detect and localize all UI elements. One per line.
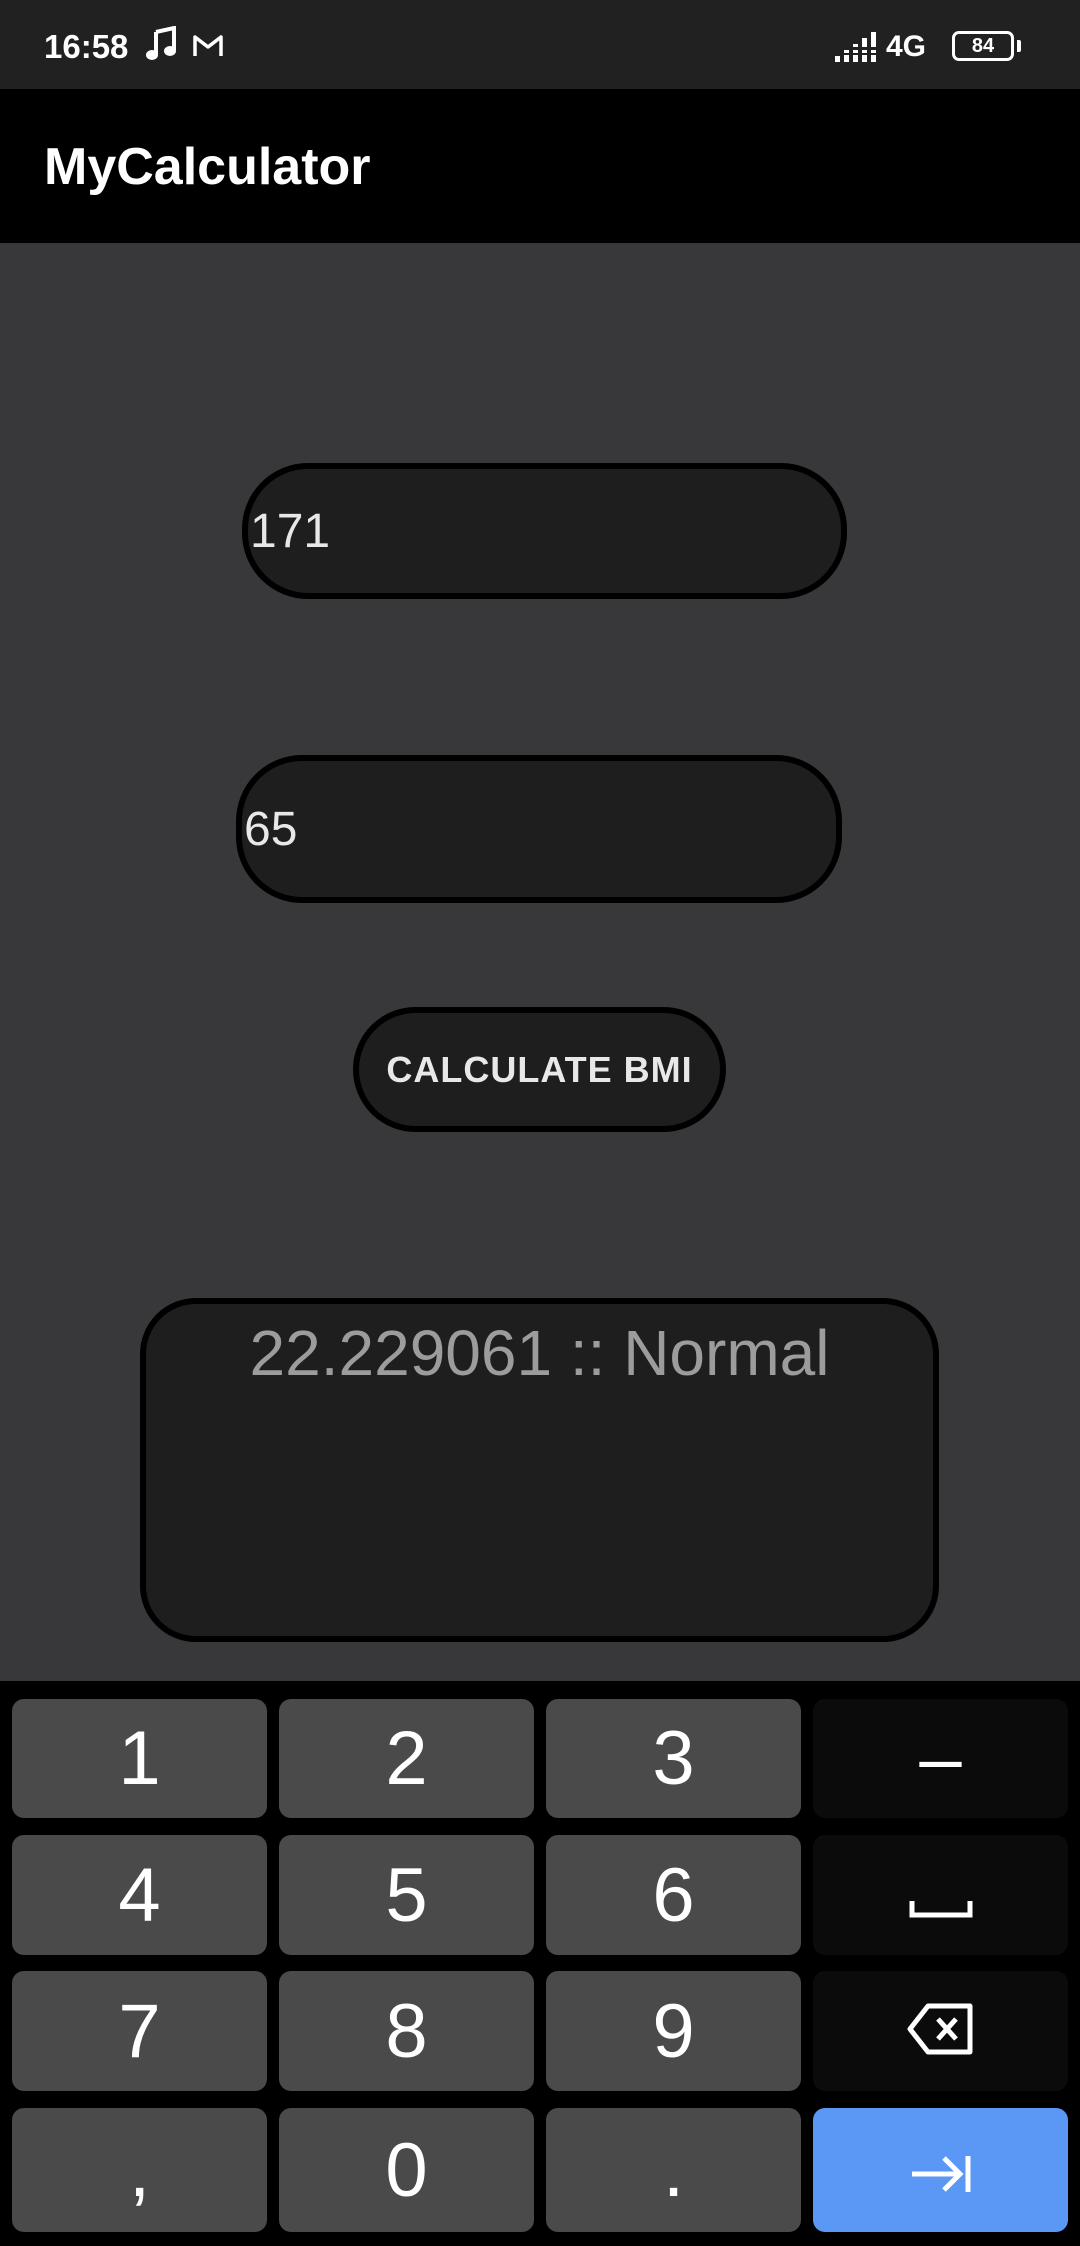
signal-icon (834, 32, 878, 69)
next-icon (908, 2127, 974, 2214)
height-input[interactable]: 171 (242, 463, 847, 599)
key-comma[interactable]: , (12, 2108, 267, 2232)
battery-level: 84 (971, 35, 995, 57)
app-bar: MyCalculator (0, 89, 1080, 243)
key-9[interactable]: 9 (546, 1971, 801, 2091)
weight-input[interactable]: 65 (236, 755, 842, 903)
space-icon (908, 1852, 974, 1939)
key-backspace[interactable] (813, 1971, 1068, 2091)
status-bar: 16:58 4G 84 (0, 0, 1080, 89)
key-7[interactable]: 7 (12, 1971, 267, 2091)
key-3[interactable]: 3 (546, 1699, 801, 1818)
key-0[interactable]: 0 (279, 2108, 534, 2232)
key-2[interactable]: 2 (279, 1699, 534, 1818)
key-minus[interactable]: – (813, 1699, 1068, 1818)
height-value: 171 (250, 504, 331, 558)
key-4[interactable]: 4 (12, 1835, 267, 1955)
weight-value: 65 (244, 802, 298, 856)
status-time: 16:58 (44, 28, 129, 65)
key-1[interactable]: 1 (12, 1699, 267, 1818)
key-period[interactable]: . (546, 2108, 801, 2232)
backspace-icon (906, 1988, 976, 2075)
battery-icon: 84 (952, 31, 1014, 61)
key-5[interactable]: 5 (279, 1835, 534, 1955)
key-next[interactable] (813, 2108, 1068, 2232)
gmail-icon (192, 34, 224, 63)
result-display: 22.229061 :: Normal (140, 1298, 939, 1642)
network-type: 4G (886, 30, 927, 63)
app-title: MyCalculator (44, 138, 371, 196)
result-text: 22.229061 :: Normal (249, 1317, 830, 1389)
key-8[interactable]: 8 (279, 1971, 534, 2091)
calculate-bmi-button[interactable]: CALCULATE BMI (353, 1007, 726, 1132)
key-6[interactable]: 6 (546, 1835, 801, 1955)
battery-tip (1017, 40, 1021, 52)
music-note-icon (146, 25, 178, 67)
key-space[interactable] (813, 1835, 1068, 1955)
